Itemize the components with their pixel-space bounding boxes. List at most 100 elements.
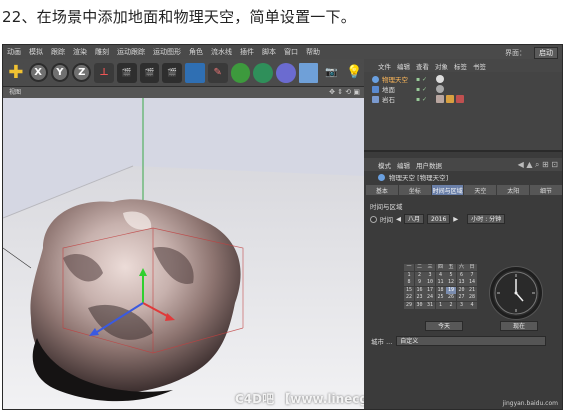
am-menu-userdata[interactable]: 用户数据 [416, 160, 442, 170]
calendar-day[interactable]: 17 [425, 286, 435, 294]
calendar-day[interactable]: 10 [425, 279, 435, 286]
tab-details[interactable]: 细节 [530, 185, 562, 195]
am-menu-mode[interactable]: 模式 [378, 160, 391, 170]
visibility-toggle-icon[interactable]: ▪ ✓ [416, 96, 427, 103]
calendar-day[interactable]: 15 [404, 286, 414, 294]
month-next-icon[interactable]: ▶ [453, 215, 458, 223]
object-row-rock[interactable]: 岩石 ▪ ✓ [364, 94, 562, 104]
calendar-day[interactable]: 2 [446, 301, 456, 309]
axis-x-button[interactable]: X [28, 63, 48, 82]
year-field[interactable]: 2016 [427, 214, 451, 224]
tab-sun[interactable]: 太阳 [497, 185, 530, 195]
om-menu-tags[interactable]: 标签 [454, 61, 467, 71]
calendar-day[interactable]: 5 [446, 271, 456, 279]
attribute-nav-icons[interactable]: ◀ ▲ ⌕ ⊞ ⊡ [518, 160, 558, 170]
city-dropdown[interactable]: 自定义 [396, 336, 547, 346]
perspective-viewport[interactable]: C4D吧 【www.linecg.com/tieba/1799】 [3, 98, 364, 409]
month-dropdown[interactable]: 八月 [404, 214, 425, 224]
calendar-day[interactable]: 20 [456, 286, 467, 294]
menu-item-simulate[interactable]: 模拟 [25, 47, 47, 57]
calendar-day[interactable]: 27 [456, 294, 467, 301]
tab-basic[interactable]: 基本 [366, 185, 398, 195]
light-icon[interactable]: 💡 [344, 62, 364, 83]
viewport-tab[interactable]: 视图 [9, 89, 21, 96]
calendar-day[interactable]: 9 [414, 279, 425, 286]
array-generator-icon[interactable] [253, 62, 273, 83]
layout-dropdown[interactable]: 启动 [534, 47, 558, 59]
menu-item-help[interactable]: 帮助 [302, 47, 324, 57]
texture-tag-icon[interactable] [456, 95, 464, 103]
calendar-day[interactable]: 8 [404, 279, 414, 286]
tab-time-location[interactable]: 时间与区域 [431, 185, 464, 195]
spline-pen-icon[interactable]: ✎ [207, 62, 228, 83]
calendar-day[interactable]: 26 [446, 294, 456, 301]
render-settings-icon[interactable]: 🎬 [162, 62, 183, 83]
material-tag-icon[interactable] [436, 95, 444, 103]
menu-item-pipeline[interactable]: 流水线 [207, 47, 236, 57]
calendar-day[interactable]: 19 [446, 286, 456, 294]
floor-object-icon[interactable] [298, 62, 319, 83]
menu-item-sculpt[interactable]: 雕刻 [91, 47, 113, 57]
menu-item-motion-tracking[interactable]: 运动跟踪 [113, 47, 149, 57]
calendar-day[interactable]: 29 [404, 301, 414, 309]
axis-y-button[interactable]: Y [50, 63, 70, 82]
sky-tag-icon[interactable] [436, 75, 444, 83]
render-picture-viewer-icon[interactable]: 🎬 [139, 62, 160, 83]
calendar-day[interactable]: 1 [435, 301, 446, 309]
tab-coordinates[interactable]: 坐标 [398, 185, 431, 195]
time-radio[interactable] [370, 215, 377, 223]
menu-item-window[interactable]: 窗口 [280, 47, 302, 57]
calendar-day[interactable]: 1 [404, 271, 414, 279]
calendar-day[interactable]: 6 [456, 271, 467, 279]
calendar-day[interactable]: 30 [414, 301, 425, 309]
menu-item-character[interactable]: 角色 [185, 47, 207, 57]
coordinate-system-icon[interactable]: ⊥ [94, 62, 114, 83]
menu-item-mograph[interactable]: 运动图形 [149, 47, 185, 57]
om-menu-file[interactable]: 文件 [378, 61, 391, 71]
calendar-day[interactable]: 7 [467, 271, 477, 279]
om-menu-view[interactable]: 查看 [416, 61, 429, 71]
menu-item-animation[interactable]: 动画 [3, 47, 25, 57]
calendar-day[interactable]: 28 [467, 294, 477, 301]
analog-clock[interactable] [490, 267, 542, 319]
calendar-day[interactable]: 12 [446, 279, 456, 286]
calendar-day[interactable]: 11 [435, 279, 446, 286]
calendar-day[interactable]: 4 [435, 271, 446, 279]
time-unit-field[interactable]: 小时 : 分钟 [467, 214, 506, 224]
visibility-toggle-icon[interactable]: ▪ ✓ [416, 76, 427, 83]
render-view-icon[interactable]: 🎬 [116, 62, 137, 83]
calendar-day[interactable]: 16 [414, 286, 425, 294]
deformer-icon[interactable] [276, 62, 296, 83]
calendar-day[interactable]: 18 [435, 286, 446, 294]
menu-item-plugins[interactable]: 插件 [236, 47, 258, 57]
calendar-day[interactable]: 23 [414, 294, 425, 301]
om-menu-edit[interactable]: 编辑 [397, 61, 410, 71]
calendar-day[interactable]: 13 [456, 279, 467, 286]
calendar-day[interactable]: 25 [435, 294, 446, 301]
am-menu-edit[interactable]: 编辑 [397, 160, 410, 170]
calendar-day[interactable]: 3 [425, 271, 435, 279]
menu-item-script[interactable]: 脚本 [258, 47, 280, 57]
object-row-floor[interactable]: 地面 ▪ ✓ [364, 84, 562, 94]
move-tool-icon[interactable]: ✚ [6, 62, 26, 83]
viewport-nav-icons[interactable]: ✥ ⇕ ⟲ ▣ [329, 87, 360, 98]
calendar-day[interactable]: 24 [425, 294, 435, 301]
tab-sky[interactable]: 天空 [464, 185, 497, 195]
now-button[interactable]: 现在 [500, 321, 538, 331]
om-menu-bookmarks[interactable]: 书签 [473, 61, 486, 71]
texture-tag-icon[interactable] [446, 95, 454, 103]
calendar-day[interactable]: 4 [467, 301, 477, 309]
calendar-day[interactable]: 22 [404, 294, 414, 301]
calendar-day[interactable]: 2 [414, 271, 425, 279]
menu-item-tracking[interactable]: 跟踪 [47, 47, 69, 57]
month-prev-icon[interactable]: ◀ [396, 215, 401, 223]
calendar-day[interactable]: 14 [467, 279, 477, 286]
camera-icon[interactable]: 📷 [321, 62, 342, 83]
menu-item-render[interactable]: 渲染 [69, 47, 91, 57]
subdivision-surface-icon[interactable] [230, 62, 251, 83]
material-tag-icon[interactable] [436, 85, 444, 93]
today-button[interactable]: 今天 [425, 321, 463, 331]
calendar-day[interactable]: 21 [467, 286, 477, 294]
cube-object-icon[interactable] [185, 62, 205, 83]
calendar-day[interactable]: 3 [456, 301, 467, 309]
